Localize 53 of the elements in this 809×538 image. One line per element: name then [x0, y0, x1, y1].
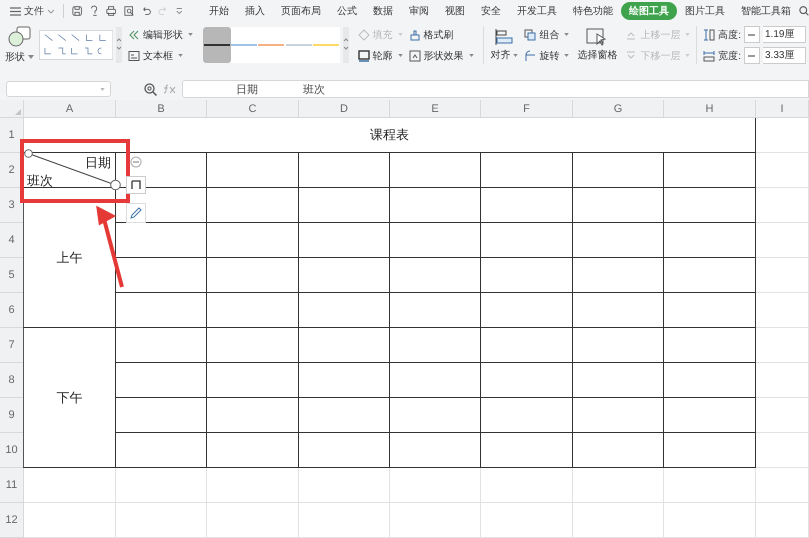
align-button[interactable]: 对齐	[490, 28, 518, 62]
row-header[interactable]: 9	[0, 398, 24, 433]
formula-field[interactable]: 日期 班次	[182, 80, 809, 98]
period-label: 上午	[56, 248, 82, 266]
period-label: 下午	[56, 388, 82, 406]
ribbon-tab[interactable]: 页面布局	[272, 2, 329, 20]
row-header[interactable]: 5	[0, 258, 24, 293]
ribbon-tab[interactable]: 公式	[328, 2, 365, 20]
row-header[interactable]: 7	[0, 328, 24, 363]
format-command[interactable]: 形状效果	[408, 48, 474, 62]
ribbon-tab[interactable]: 开发工具	[508, 2, 565, 20]
column-header[interactable]: G	[573, 100, 664, 118]
row-header[interactable]: 4	[0, 223, 24, 258]
format-command[interactable]: 轮廓	[358, 48, 403, 62]
row-header[interactable]: 3	[0, 188, 24, 223]
row-header[interactable]: 8	[0, 363, 24, 398]
column-header[interactable]: C	[207, 100, 299, 118]
row-header[interactable]: 10	[0, 433, 24, 468]
ribbon-tab[interactable]: 插入	[236, 2, 273, 20]
size-label: 高度:	[718, 28, 741, 42]
ribbon-tab[interactable]: 特色功能	[564, 2, 621, 20]
column-header[interactable]: E	[390, 100, 481, 118]
rotate-button[interactable]: 旋转	[524, 48, 570, 62]
text-box-button[interactable]: 文本框	[128, 48, 194, 62]
group-button[interactable]: 组合	[524, 28, 570, 42]
column-header[interactable]: I	[756, 100, 809, 118]
ribbon-tab[interactable]: 数据	[364, 2, 401, 20]
format-command[interactable]: 格式刷	[408, 28, 474, 42]
cell-text: 班次	[27, 172, 53, 190]
size-label: 宽度:	[718, 50, 741, 62]
column-header[interactable]: A	[24, 100, 116, 118]
ribbon-tab[interactable]: 安全	[472, 2, 509, 20]
cell-text: 日期	[85, 154, 111, 172]
column-header[interactable]: H	[664, 100, 756, 118]
row-header[interactable]: 1	[0, 118, 24, 153]
ribbon-tab[interactable]: 图片工具	[676, 2, 733, 20]
edit-shape-button[interactable]: 编辑形状	[128, 28, 194, 42]
row-header[interactable]: 6	[0, 293, 24, 328]
row-header[interactable]: 12	[0, 503, 24, 538]
size-field[interactable]: 1.19厘	[762, 26, 806, 43]
column-header[interactable]: B	[116, 100, 207, 118]
table-title: 课程表	[24, 118, 756, 153]
file-menu[interactable]: 文件	[10, 4, 55, 18]
column-header[interactable]: D	[299, 100, 390, 118]
size-field[interactable]: 3.33厘	[762, 47, 806, 64]
row-header[interactable]: 11	[0, 468, 24, 503]
shape-button[interactable]: 形状	[5, 26, 34, 64]
selection-pane-button[interactable]: 选择窗格	[577, 28, 618, 62]
column-header[interactable]: F	[481, 100, 573, 118]
ribbon-tab[interactable]: 审阅	[400, 2, 437, 20]
ribbon-tab[interactable]: 视图	[436, 2, 473, 20]
ribbon-tab[interactable]: 智能工具箱	[732, 2, 799, 20]
ribbon-tab[interactable]: 开始	[200, 2, 237, 20]
